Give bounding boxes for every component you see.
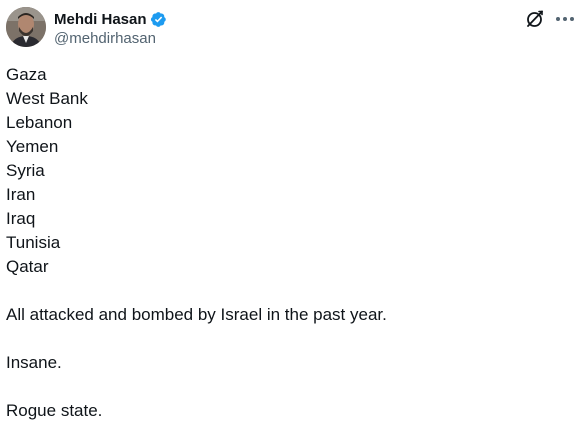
author-name-row: Mehdi Hasan bbox=[54, 9, 167, 29]
tweet-line: Lebanon bbox=[6, 113, 73, 132]
tweet-line: Yemen bbox=[6, 137, 59, 156]
avatar-image bbox=[6, 7, 46, 47]
tweet-line: Syria bbox=[6, 161, 45, 180]
grok-icon[interactable] bbox=[524, 8, 546, 30]
verified-badge-icon[interactable] bbox=[150, 11, 167, 28]
tweet-paragraph: Rogue state. bbox=[6, 401, 103, 420]
author-display-name[interactable]: Mehdi Hasan bbox=[54, 11, 147, 28]
author-handle[interactable]: @mehdirhasan bbox=[54, 30, 156, 47]
avatar[interactable] bbox=[6, 7, 46, 47]
tweet-line: Iraq bbox=[6, 209, 36, 228]
tweet: Mehdi Hasan @mehdirhasan Gaza West Bank … bbox=[0, 0, 583, 432]
tweet-paragraph: Insane. bbox=[6, 353, 62, 372]
tweet-paragraph: All attacked and bombed by Israel in the… bbox=[6, 305, 387, 324]
more-options-icon[interactable] bbox=[553, 8, 577, 30]
tweet-line: Gaza bbox=[6, 65, 47, 84]
tweet-line: Qatar bbox=[6, 257, 49, 276]
tweet-line: Tunisia bbox=[6, 233, 61, 252]
tweet-text: Gaza West Bank Lebanon Yemen Syria Iran … bbox=[6, 63, 576, 423]
tweet-line: Iran bbox=[6, 185, 36, 204]
tweet-line: West Bank bbox=[6, 89, 88, 108]
